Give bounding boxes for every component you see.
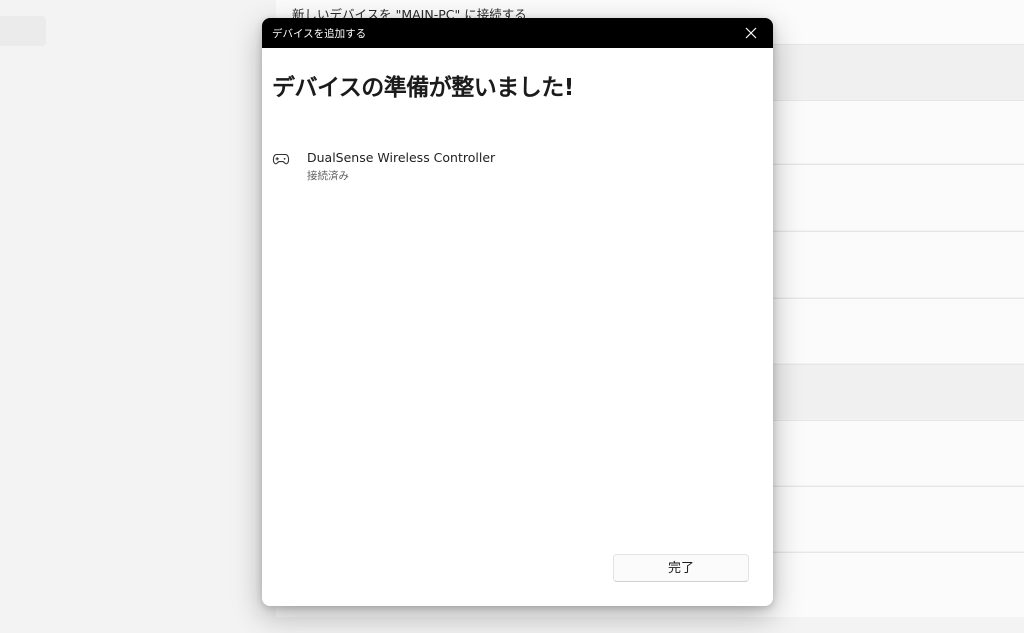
device-status: 接続済み [307,170,349,182]
close-icon [745,27,757,39]
gamepad-icon [272,153,290,165]
close-button[interactable] [729,18,773,48]
nav-selection-indicator [0,16,46,46]
dialog-title: デバイスを追加する [272,28,367,40]
dialog-titlebar: デバイスを追加する [262,18,773,48]
add-device-dialog: デバイスを追加する デバイスの準備が整いました! DualSense Wirel… [262,18,773,606]
device-name: DualSense Wireless Controller [307,150,496,165]
done-button[interactable]: 完了 [613,554,749,582]
connected-device-item: DualSense Wireless Controller 接続済み [272,150,752,186]
dialog-heading: デバイスの準備が整いました! [272,75,574,101]
